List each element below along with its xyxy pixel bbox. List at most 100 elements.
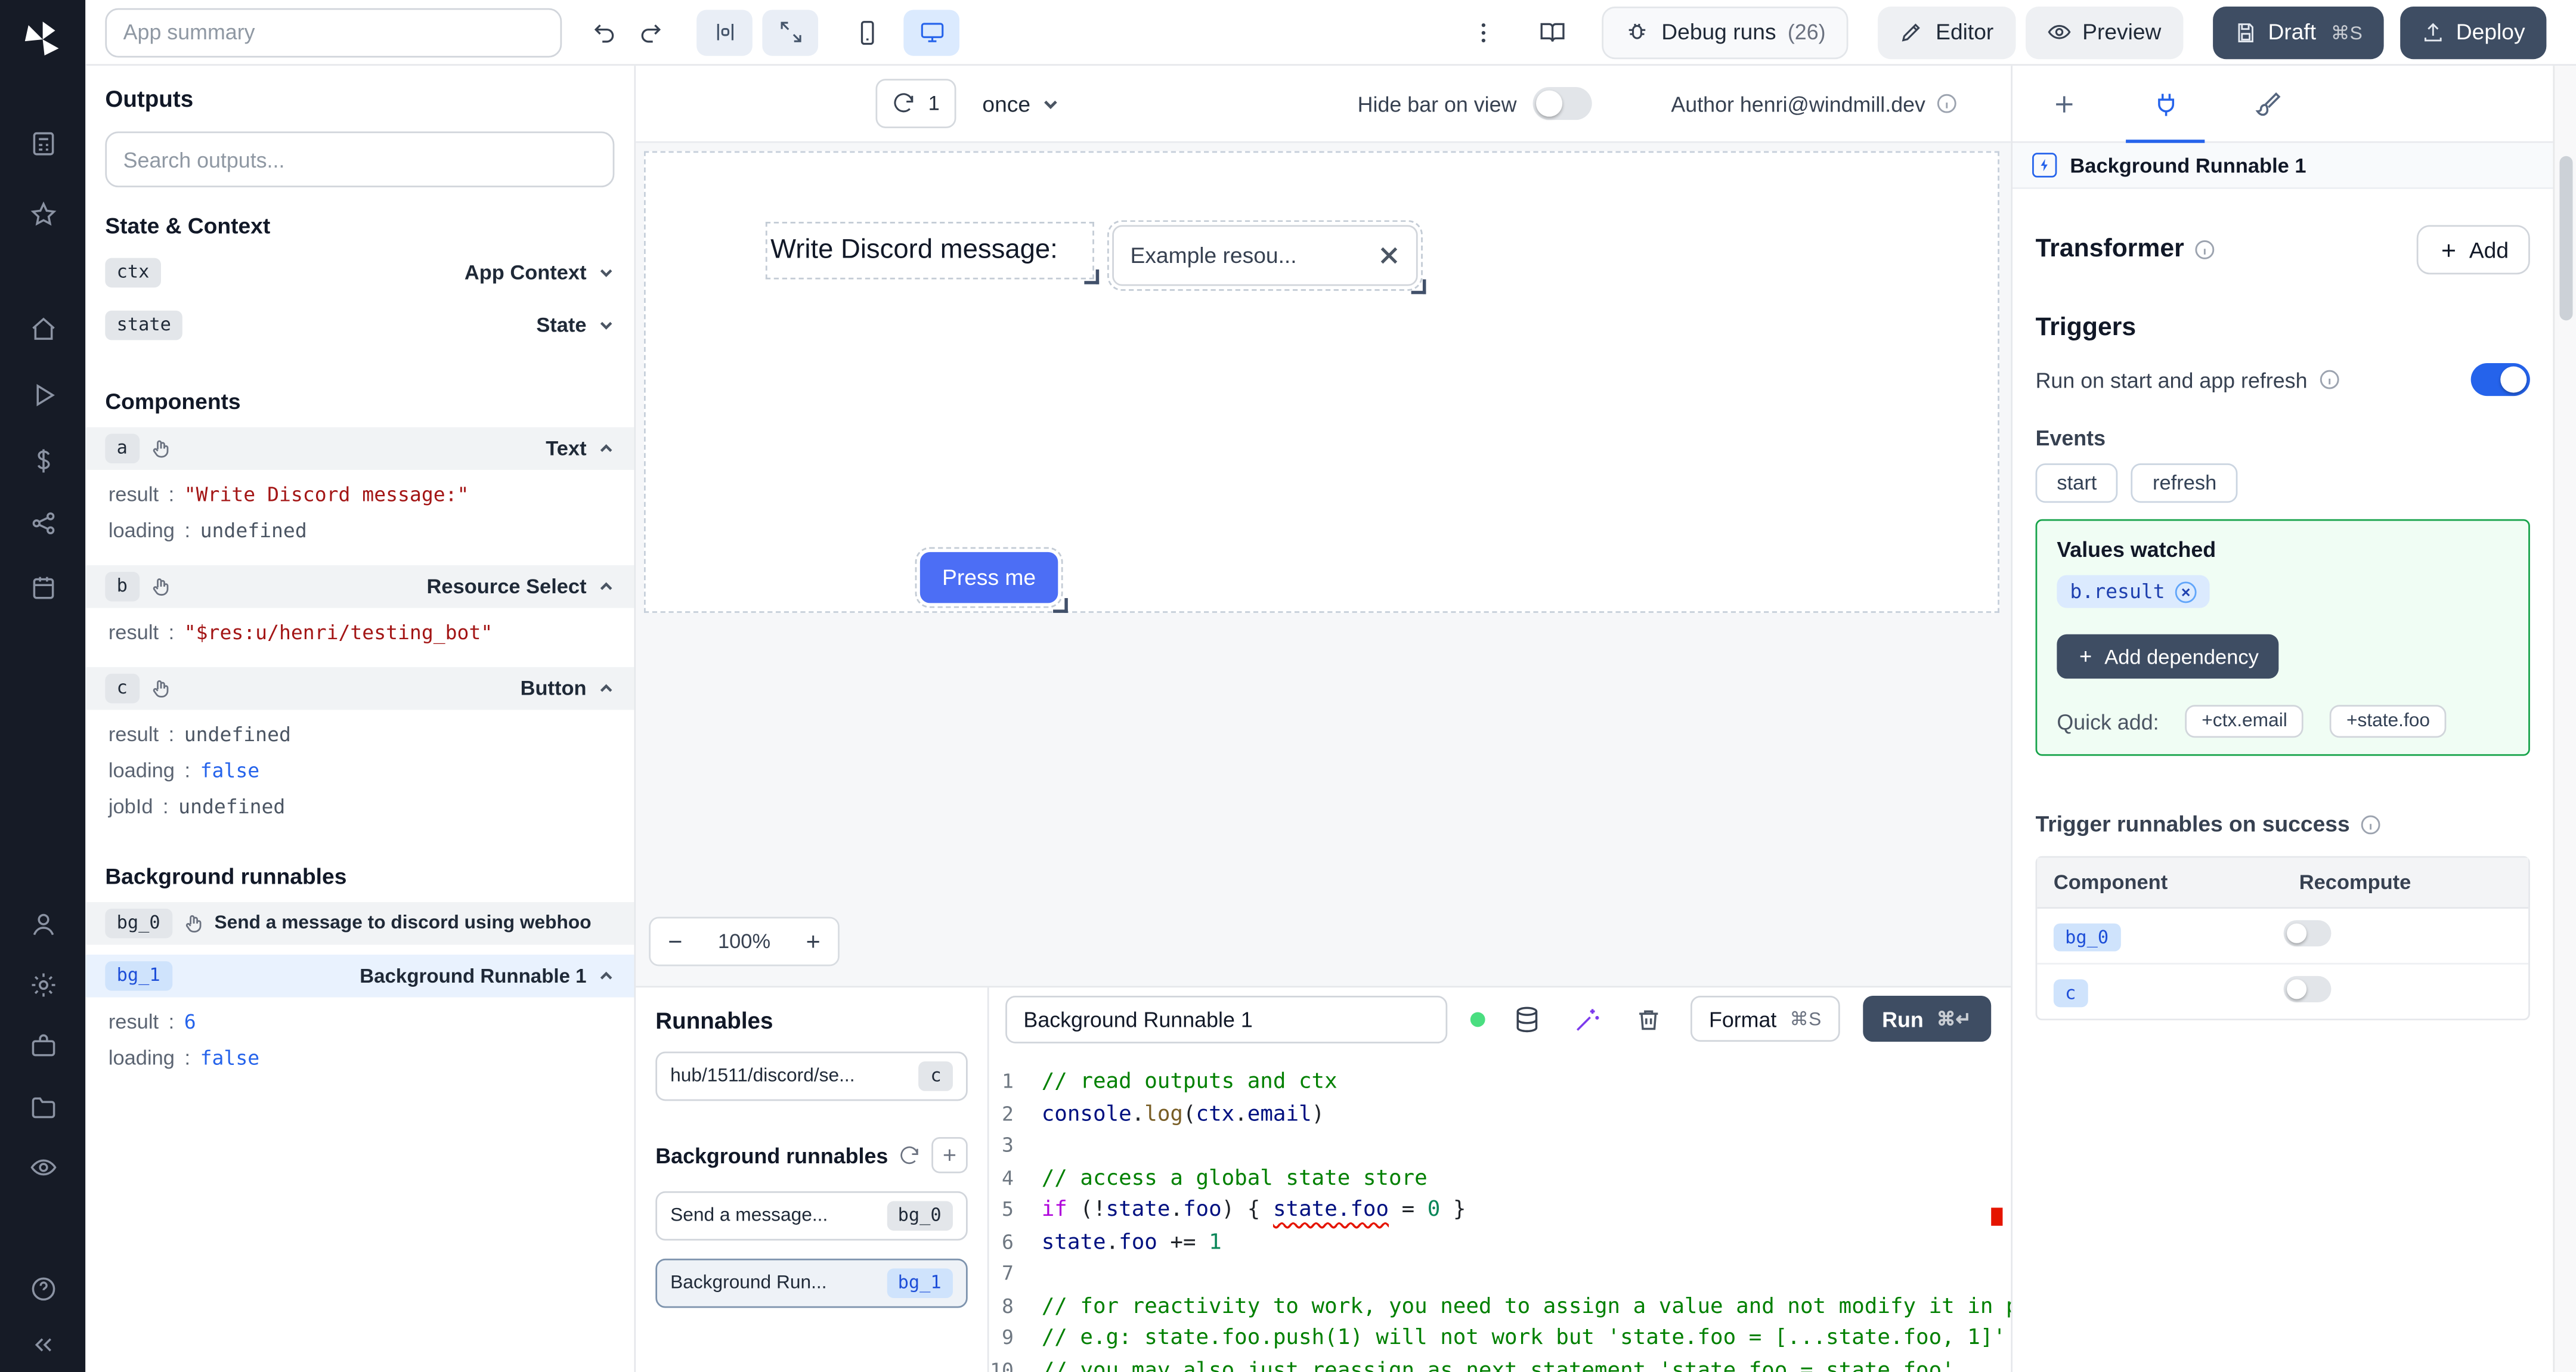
preview-tab-button[interactable]: Preview [2024,5,2183,58]
tab-insert[interactable] [2012,66,2114,141]
run-on-start-toggle[interactable] [2470,363,2530,397]
run-shortcut: ⌘↵ [1936,1010,1972,1030]
redo-button[interactable] [627,9,673,55]
recompute-toggle-bg0[interactable] [2283,920,2331,947]
runnable-item-bg1-selected[interactable]: Background Run... bg_1 [655,1258,968,1308]
quick-add-ctx-email-button[interactable]: +ctx.email [2185,705,2304,738]
docs-button[interactable] [1530,9,1576,55]
component-row-c[interactable]: c Button [85,667,634,710]
code-line[interactable]: 4// access a global state store [989,1163,2011,1195]
resource-select-component[interactable]: Example resou... [1107,220,1426,295]
background-runnable-row-bg1[interactable]: bg_1 Background Runnable 1 [85,955,634,998]
output-field: result: "Write Discord message:" [108,483,469,506]
draft-button[interactable]: Draft ⌘S [2212,5,2384,58]
ai-assistant-button[interactable] [1569,999,1607,1038]
button-component[interactable]: Press me [915,547,1068,613]
expand-grid-button[interactable] [762,9,819,55]
runnable-item-hub[interactable]: hub/1511/discord/se... c [655,1051,968,1101]
settings-gear-icon[interactable] [28,970,58,999]
code-line[interactable]: 8// for reactivity to work, you need to … [989,1291,2011,1323]
runs-icon[interactable] [28,380,58,410]
component-row-b[interactable]: b Resource Select [85,565,634,608]
desktop-icon [920,23,943,42]
component-row-a[interactable]: a Text [85,427,634,470]
refresh-interval-select[interactable]: once [982,91,1060,116]
transformer-row: Transformer Add [2036,225,2530,275]
refresh-group[interactable]: 1 [875,79,956,128]
add-transformer-button[interactable]: Add [2416,225,2530,275]
more-menu-button[interactable] [1461,9,1507,55]
resize-handle[interactable] [1053,598,1068,613]
resize-handle[interactable] [1084,269,1100,284]
debug-runs-button[interactable]: Debug runs (26) [1602,5,1849,58]
add-background-runnable-button[interactable] [931,1136,968,1173]
hide-bar-toggle[interactable] [1532,87,1593,120]
clear-selection-button[interactable] [1379,245,1400,267]
run-button[interactable]: Run ⌘↵ [1862,995,1992,1042]
editor-tab-button[interactable]: Editor [1878,5,2015,58]
audit-eye-icon[interactable] [28,1152,58,1182]
app-grid-area[interactable]: Write Discord message: Example resou... … [643,151,1999,613]
page-scrollbar[interactable] [2553,66,2576,1372]
desktop-view-button[interactable] [903,9,959,55]
mobile-view-button[interactable] [844,9,890,55]
user-icon[interactable] [28,909,58,939]
deploy-button[interactable]: Deploy [2400,5,2547,58]
kebab-icon [1482,22,1486,42]
runnable-item-bg0[interactable]: Send a message... bg_0 [655,1191,968,1241]
help-icon[interactable] [28,1274,58,1303]
schedules-icon[interactable] [28,572,58,602]
windmill-logo-icon[interactable] [20,17,66,63]
app-summary-input[interactable] [105,7,562,57]
runnable-item-label: hub/1511/discord/se... [670,1066,855,1086]
variables-icon[interactable] [28,445,58,475]
delete-runnable-button[interactable] [1630,999,1668,1038]
draft-label: Draft [2268,20,2317,45]
runnable-header: Background Runnable 1 [2012,143,2553,189]
code-line[interactable]: 7 [989,1259,2011,1291]
watched-value-chip[interactable]: b.result [2057,575,2210,608]
add-dependency-button[interactable]: Add dependency [2057,634,2278,679]
recompute-toggle-c[interactable] [2283,975,2331,1002]
align-components-button[interactable] [696,9,753,55]
outputs-title: Outputs [105,85,194,112]
center-column: 1 once Hide bar on view Author henri@win… [636,66,2011,1372]
collapse-icon[interactable] [28,1329,58,1359]
output-field: loading: false [108,759,260,782]
runnable-title-input[interactable] [1005,995,1447,1043]
tab-styling[interactable] [2216,66,2318,141]
app-canvas[interactable]: Write Discord message: Example resou... … [636,143,2011,986]
code-line[interactable]: 6 state.foo += 1 [989,1227,2011,1259]
zoom-out-button[interactable]: − [651,918,700,965]
zoom-controls: − 100% + [649,916,840,967]
resize-handle[interactable] [1411,279,1426,295]
format-button[interactable]: Format ⌘S [1690,995,1840,1042]
cache-button[interactable] [1508,999,1546,1038]
workers-icon[interactable] [28,1030,58,1060]
code-line[interactable]: 9// e.g: state.foo.push(1) will not work… [989,1323,2011,1355]
output-row-ctx[interactable]: ctx App Context [85,252,634,295]
code-area[interactable]: 1// read outputs and ctx 2 console.log(ctx… [989,1049,2011,1372]
scrollbar-thumb[interactable] [2559,156,2573,321]
remove-dependency-button[interactable] [2175,581,2197,602]
search-outputs-input[interactable] [105,131,615,188]
editor-tab-label: Editor [1936,20,1994,45]
star-icon[interactable] [28,199,58,228]
folders-icon[interactable] [28,1091,58,1121]
apps-icon[interactable] [28,128,58,158]
resources-icon[interactable] [28,508,58,538]
code-line[interactable]: 1// read outputs and ctx [989,1066,2011,1098]
code-line[interactable]: 2 console.log(ctx.email) [989,1098,2011,1131]
code-line[interactable]: 10// you may also just reassign as next … [989,1355,2011,1372]
background-runnable-row-bg0[interactable]: bg_0 Send a message to discord using web… [85,902,634,945]
quick-add-state-foo-button[interactable]: +state.foo [2330,705,2447,738]
text-component[interactable]: Write Discord message: [765,222,1100,284]
code-line[interactable]: 3 [989,1131,2011,1163]
zoom-in-button[interactable]: + [788,918,838,965]
tab-component-settings[interactable] [2114,66,2216,143]
code-line[interactable]: 5 if (!state.foo) { state.foo = 0 } [989,1194,2011,1227]
component-c-type: Button [520,677,587,700]
undo-button[interactable] [581,9,627,55]
home-icon[interactable] [28,314,58,343]
output-row-state[interactable]: state State [85,304,634,347]
